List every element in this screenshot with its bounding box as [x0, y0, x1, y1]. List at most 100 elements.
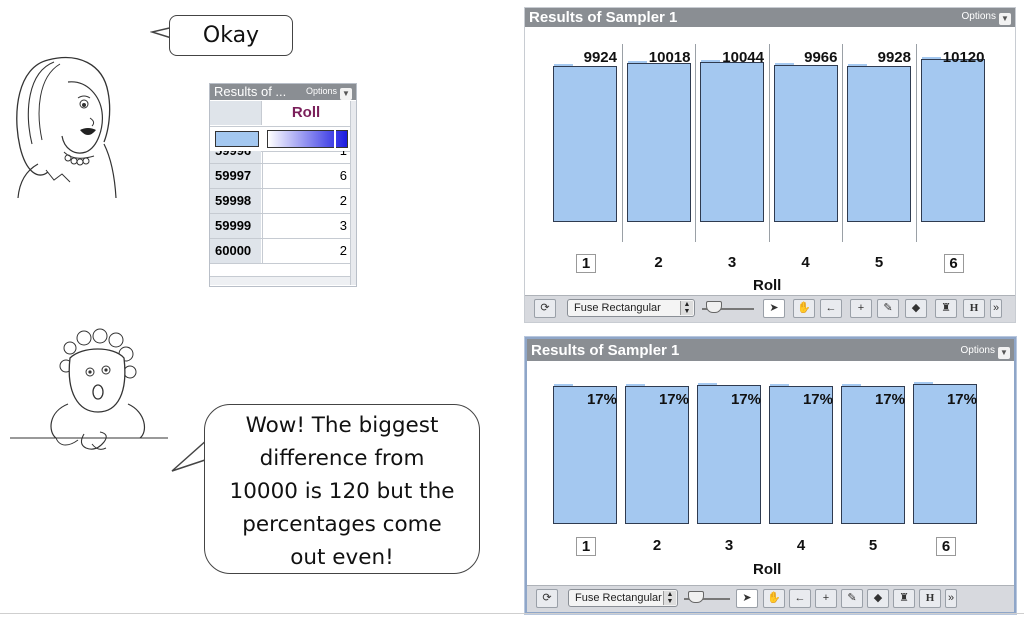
row-index: 60000: [210, 239, 261, 263]
row-index: 59997: [210, 164, 261, 188]
bar-1[interactable]: [553, 66, 617, 222]
chevron-down-icon: ▼: [998, 347, 1010, 359]
bar-value-label: 17%: [874, 391, 905, 408]
bin-separator: [695, 44, 697, 242]
fuse-mode-select[interactable]: Fuse Rectangular ▲ ▼: [568, 589, 678, 607]
bar-value-label: 9924: [583, 49, 617, 66]
row-index: 59996: [210, 151, 261, 163]
category-tick-label: 2: [652, 537, 662, 554]
more-icon[interactable]: »: [990, 299, 1002, 318]
bubble-text-line: out even!: [290, 545, 394, 570]
horizontal-scrollbar[interactable]: [210, 276, 350, 285]
results-table-window[interactable]: Results of ... Options▼ Roll 59996 1 599…: [209, 83, 357, 287]
sampler-results-window-percent[interactable]: Results of Sampler 1 Options ▼ 17% 1 17% 2 17…: [525, 337, 1016, 614]
category-tick-label: 5: [874, 254, 884, 271]
gradient-marker: [334, 130, 336, 148]
bar-6[interactable]: [920, 59, 985, 222]
speech-bubble-bottom: Wow! The biggest difference from 10000 i…: [204, 404, 480, 574]
hand-icon[interactable]: ✋: [763, 589, 785, 608]
row-value: 2: [262, 189, 347, 213]
fuse-mode-select[interactable]: Fuse Rectangular ▲ ▼: [567, 299, 695, 317]
bar-value-label: 17%: [586, 391, 617, 408]
count-plot-area[interactable]: 9924 1 10018 2 10044 3 9966 4 9928 5 10120 6: [525, 28, 1015, 296]
category-tick-label: 2: [654, 254, 663, 271]
bar-3[interactable]: [700, 62, 764, 222]
slider-thumb[interactable]: [706, 301, 722, 313]
bar-value-label: 9928: [877, 49, 911, 66]
window-title-bar[interactable]: Results of Sampler 1 Options ▼: [525, 8, 1015, 27]
bin-separator: [768, 44, 770, 242]
pointer-icon[interactable]: ➤: [763, 299, 785, 318]
vertical-scrollbar[interactable]: [350, 101, 356, 285]
bar-value-label: 9966: [804, 49, 838, 66]
chevron-down-icon: ▼: [999, 13, 1011, 25]
window-title: Results of Sampler 1: [531, 342, 680, 359]
category-tick-label: 4: [801, 254, 810, 271]
category-tick-label: 1: [576, 537, 596, 556]
sampler-results-window-counts[interactable]: Results of Sampler 1 Options ▼ 9924 1 10018…: [524, 7, 1016, 323]
more-icon[interactable]: »: [945, 589, 957, 608]
bar-value-label: 17%: [946, 391, 977, 408]
woman-character-illustration: [16, 56, 117, 199]
table-row[interactable]: 59996 1: [210, 151, 350, 164]
options-menu[interactable]: Options ▼: [961, 345, 1010, 359]
row-value: 2: [262, 239, 347, 263]
spinner-arrows-icon[interactable]: ▲ ▼: [680, 301, 693, 315]
window-title-bar[interactable]: Results of Sampler 1 Options ▼: [527, 339, 1014, 361]
h-icon[interactable]: H: [919, 589, 941, 608]
bar-4[interactable]: [773, 65, 838, 222]
column-header-roll[interactable]: Roll: [262, 101, 350, 125]
table-row[interactable]: 59999 3: [210, 214, 350, 239]
pencil-icon[interactable]: ✎: [877, 299, 899, 318]
bar-value-label: 17%: [802, 391, 833, 408]
page-divider: [0, 613, 1024, 614]
toolbar: ⟳ Fuse Rectangular ▲ ▼ ➤ ✋ ← + ✎ ◆ ♜ H »: [527, 585, 1014, 612]
category-tick-label: 6: [936, 537, 956, 556]
bar-notch: [770, 384, 790, 386]
options-menu[interactable]: Options ▼: [962, 11, 1011, 25]
brush-icon[interactable]: ♜: [893, 589, 915, 608]
bin-separator: [842, 44, 844, 242]
table-row[interactable]: 59997 6: [210, 164, 350, 189]
bar-value-label: 10044: [722, 49, 764, 66]
bubble-text-line: difference from: [259, 446, 425, 471]
plus-icon[interactable]: +: [815, 589, 837, 608]
brush-icon[interactable]: ♜: [935, 299, 957, 318]
index-header-cell: [210, 101, 262, 125]
options-menu[interactable]: Options ▼: [306, 86, 352, 100]
window-title: Results of Sampler 1: [529, 9, 678, 26]
eraser-icon[interactable]: ◆: [905, 299, 927, 318]
bar-notch: [842, 384, 862, 386]
bar-value-label: 17%: [730, 391, 761, 408]
back-arrow-icon[interactable]: ←: [820, 299, 842, 318]
spinner-arrows-icon[interactable]: ▲ ▼: [663, 591, 676, 605]
bar-value-label: 10018: [648, 49, 691, 66]
category-tick-label: 5: [868, 537, 878, 554]
pencil-icon[interactable]: ✎: [841, 589, 863, 608]
eraser-icon[interactable]: ◆: [867, 589, 889, 608]
h-icon[interactable]: H: [963, 299, 985, 318]
bubble-text-line: percentages come: [242, 512, 442, 537]
speech-bubble-top: Okay: [169, 15, 293, 56]
bar-2[interactable]: [626, 63, 691, 222]
bin-separator: [621, 44, 623, 242]
table-row[interactable]: 59998 2: [210, 189, 350, 214]
bin-separator: [915, 44, 917, 242]
x-axis-label: Roll: [753, 277, 782, 294]
table-title-bar[interactable]: Results of ... Options ▼: [210, 84, 356, 100]
bar-notch: [698, 383, 718, 385]
back-arrow-icon[interactable]: ←: [789, 589, 811, 608]
pointer-icon[interactable]: ➤: [736, 589, 758, 608]
table-row[interactable]: 60000 2: [210, 239, 350, 264]
bar-value-label: 10120: [942, 49, 985, 66]
plus-icon[interactable]: +: [850, 299, 872, 318]
bar-value-label: 17%: [658, 391, 689, 408]
bar-5[interactable]: [847, 66, 911, 222]
slider-thumb[interactable]: [688, 591, 704, 603]
refresh-icon[interactable]: ⟳: [534, 299, 556, 318]
refresh-icon[interactable]: ⟳: [536, 589, 558, 608]
row-value: 1: [262, 151, 347, 163]
hand-icon[interactable]: ✋: [793, 299, 815, 318]
window-title: Results of ...: [214, 84, 287, 99]
percent-plot-area[interactable]: 17% 1 17% 2 17% 3 17% 4 17% 5 17% 6: [527, 362, 1014, 584]
